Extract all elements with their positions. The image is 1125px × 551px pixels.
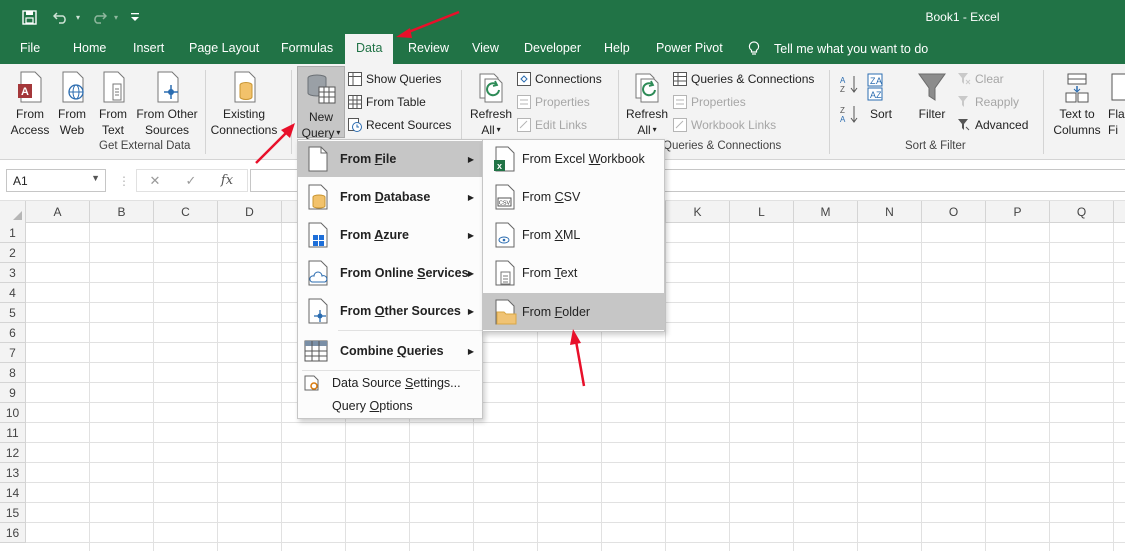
annotation-arrow-from-folder xyxy=(570,329,586,387)
annotation-arrow-data-tab xyxy=(396,10,460,38)
annotation-arrows xyxy=(255,10,586,387)
annotation-arrow-new-query xyxy=(255,123,295,164)
